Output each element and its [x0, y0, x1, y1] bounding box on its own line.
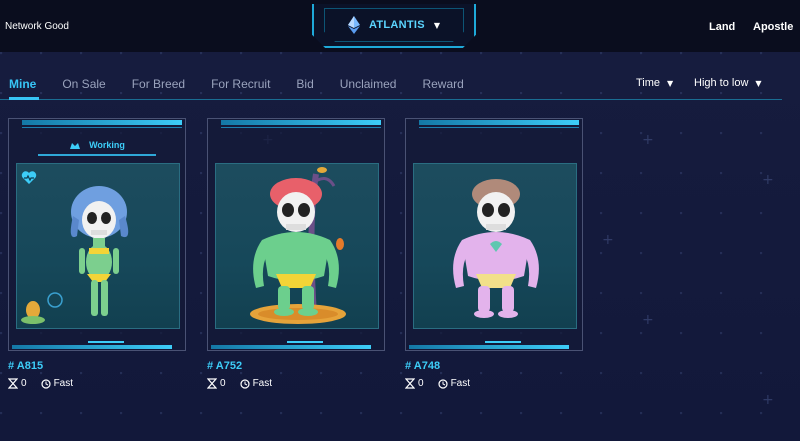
chevron-down-icon: ▼ — [755, 78, 762, 88]
tab-on-sale[interactable]: On Sale — [62, 77, 105, 91]
network-status: Network Good — [5, 21, 69, 32]
worker-icon — [70, 142, 81, 149]
network-selector[interactable]: ATLANTIS ▼ — [312, 4, 476, 48]
sort-field-label: Time — [636, 77, 661, 89]
working-status-bar: Working — [38, 136, 156, 156]
card-bottom-accent-short — [88, 341, 124, 343]
apostle-image[interactable] — [16, 163, 180, 329]
birth-count: 0 — [220, 378, 226, 389]
tab-for-breed[interactable]: For Breed — [132, 77, 185, 91]
top-bar: Network Good ATLANTIS ▼ Land Apostle — [0, 0, 800, 52]
grid-plus-decoration: + — [602, 232, 614, 248]
apostle-id[interactable]: # A815 — [8, 360, 43, 372]
card-bottom-accent — [211, 345, 371, 349]
apostle-id[interactable]: # A752 — [207, 360, 242, 372]
apostle-meta: 0 Fast — [405, 378, 470, 389]
clock-icon — [40, 378, 51, 389]
grid-plus-decoration: + — [762, 392, 774, 408]
grid-plus-decoration: + — [762, 172, 774, 188]
apostle-card[interactable] — [207, 118, 385, 351]
hourglass-icon — [207, 378, 217, 389]
card-bottom-accent-short — [287, 341, 323, 343]
apostle-card[interactable]: Working — [8, 118, 186, 351]
apostle-character — [21, 186, 129, 324]
apostle-image[interactable] — [413, 163, 577, 329]
cooldown-speed: Fast — [53, 378, 74, 389]
sort-order-dropdown[interactable]: High to low ▼ — [694, 77, 762, 89]
tab-reward[interactable]: Reward — [422, 77, 463, 91]
apostle-character — [250, 167, 346, 324]
card-top-accent — [22, 120, 182, 125]
card-top-accent — [221, 120, 381, 125]
grid-plus-decoration: + — [642, 312, 654, 328]
tab-unclaimed[interactable]: Unclaimed — [340, 77, 397, 91]
clock-icon — [239, 378, 250, 389]
tab-bar: Mine On Sale For Breed For Recruit Bid U… — [9, 77, 490, 91]
card-top-accent — [419, 120, 579, 125]
network-selector-frame — [324, 8, 464, 42]
active-tab-indicator — [9, 97, 39, 100]
tab-divider — [0, 99, 782, 100]
nav-link-apostle[interactable]: Apostle — [753, 21, 793, 33]
tab-bid[interactable]: Bid — [296, 77, 313, 91]
tab-for-recruit[interactable]: For Recruit — [211, 77, 270, 91]
heart-icon — [21, 171, 37, 184]
apostle-image[interactable] — [215, 163, 379, 329]
chevron-down-icon: ▼ — [667, 78, 674, 88]
hourglass-icon — [8, 378, 18, 389]
apostle-card[interactable] — [405, 118, 583, 351]
card-bottom-accent-short — [485, 341, 521, 343]
card-top-line — [419, 127, 579, 128]
card-bottom-accent — [409, 345, 569, 349]
birth-count: 0 — [21, 378, 27, 389]
cooldown-speed: Fast — [450, 378, 471, 389]
apostle-id[interactable]: # A748 — [405, 360, 440, 372]
grid-plus-decoration: + — [642, 132, 654, 148]
apostle-character — [453, 179, 539, 318]
apostle-meta: 0 Fast — [8, 378, 73, 389]
status-label: Working — [89, 140, 125, 150]
card-top-line — [22, 127, 182, 128]
nav-link-land[interactable]: Land — [709, 21, 735, 33]
card-top-line — [221, 127, 381, 128]
sort-order-label: High to low — [694, 77, 749, 89]
clock-icon — [437, 378, 448, 389]
card-bottom-accent — [12, 345, 172, 349]
apostle-meta: 0 Fast — [207, 378, 272, 389]
birth-count: 0 — [418, 378, 424, 389]
sort-field-dropdown[interactable]: Time ▼ — [636, 77, 673, 89]
tab-mine[interactable]: Mine — [9, 77, 36, 91]
cooldown-speed: Fast — [252, 378, 273, 389]
hourglass-icon — [405, 378, 415, 389]
